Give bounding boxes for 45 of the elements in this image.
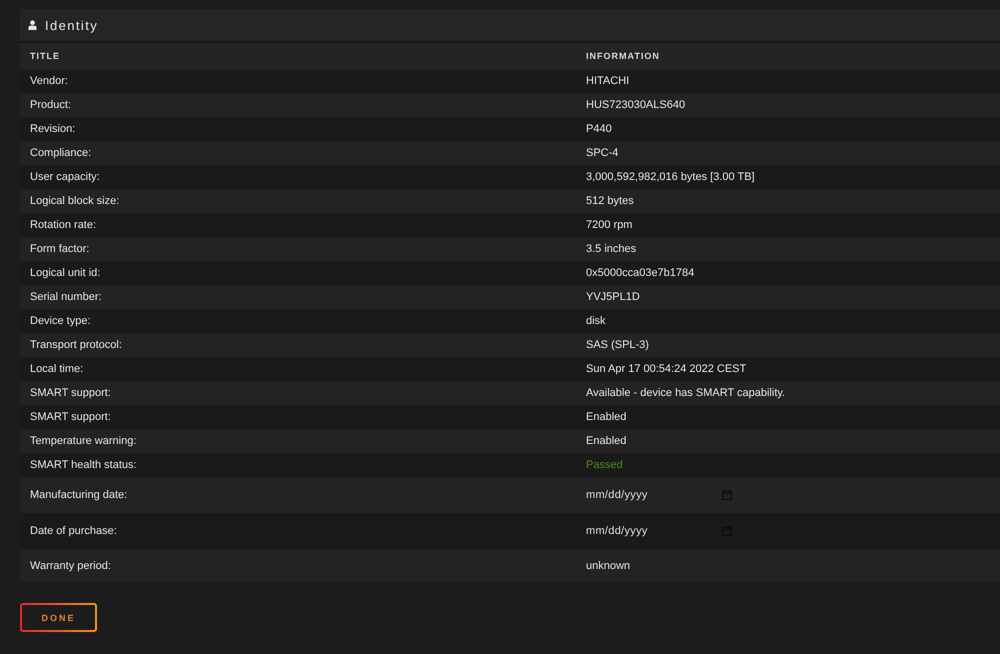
row-value: unknown [586,560,630,572]
panel-title: Identity [45,18,98,32]
row-value: HITACHI [586,75,630,87]
row-title: Vendor: [30,75,68,87]
row-title: Serial number: [30,291,102,303]
row-title: SMART support: [30,387,111,399]
user-icon [28,20,37,30]
row-title: Product: [30,99,71,111]
row-value: Available - device has SMART capability. [586,387,786,399]
row-title: Date of purchase: [30,525,117,537]
status-text: Passed [586,459,623,471]
date-field[interactable]: mm/dd/yyyy [586,521,736,541]
row-value: SPC-4 [586,147,618,159]
row-title: Compliance: [30,147,92,159]
row-title: Logical unit id: [30,267,100,279]
row-value: Enabled [586,411,626,423]
row-title: Revision: [30,123,76,135]
row-value: 7200 rpm [586,219,632,231]
row-value: 3,000,592,982,016 bytes [3.00 TB] [586,171,755,183]
row-value: 0x5000cca03e7b1784 [586,267,694,279]
row-title: Temperature warning: [30,435,136,447]
row-title: SMART support: [30,411,111,423]
column-header: TITLE [30,51,60,61]
row-title: Manufacturing date: [30,489,128,501]
column-header: INFORMATION [586,51,660,61]
row-value: Sun Apr 17 00:54:24 2022 CEST [586,363,746,375]
row-title: User capacity: [30,171,100,183]
row-title: Device type: [30,315,91,327]
row-value: disk [586,315,606,327]
row-title: Local time: [30,363,84,375]
row-value: 3.5 inches [586,243,636,255]
done-button[interactable]: DONE [20,603,97,632]
row-value: Enabled [586,435,626,447]
row-title: Warranty period: [30,560,111,572]
row-title: Form factor: [30,243,90,255]
row-value: P440 [586,123,612,135]
row-value: 512 bytes [586,195,634,207]
row-value: HUS723030ALS640 [586,99,686,111]
row-title: SMART health status: [30,459,137,471]
row-title: Rotation rate: [30,219,96,231]
row-title: Transport protocol: [30,339,122,351]
row-title: Logical block size: [30,195,120,207]
row-value: YVJ5PL1D [586,291,640,303]
row-value: SAS (SPL-3) [586,339,649,351]
date-field[interactable]: mm/dd/yyyy [586,485,736,505]
